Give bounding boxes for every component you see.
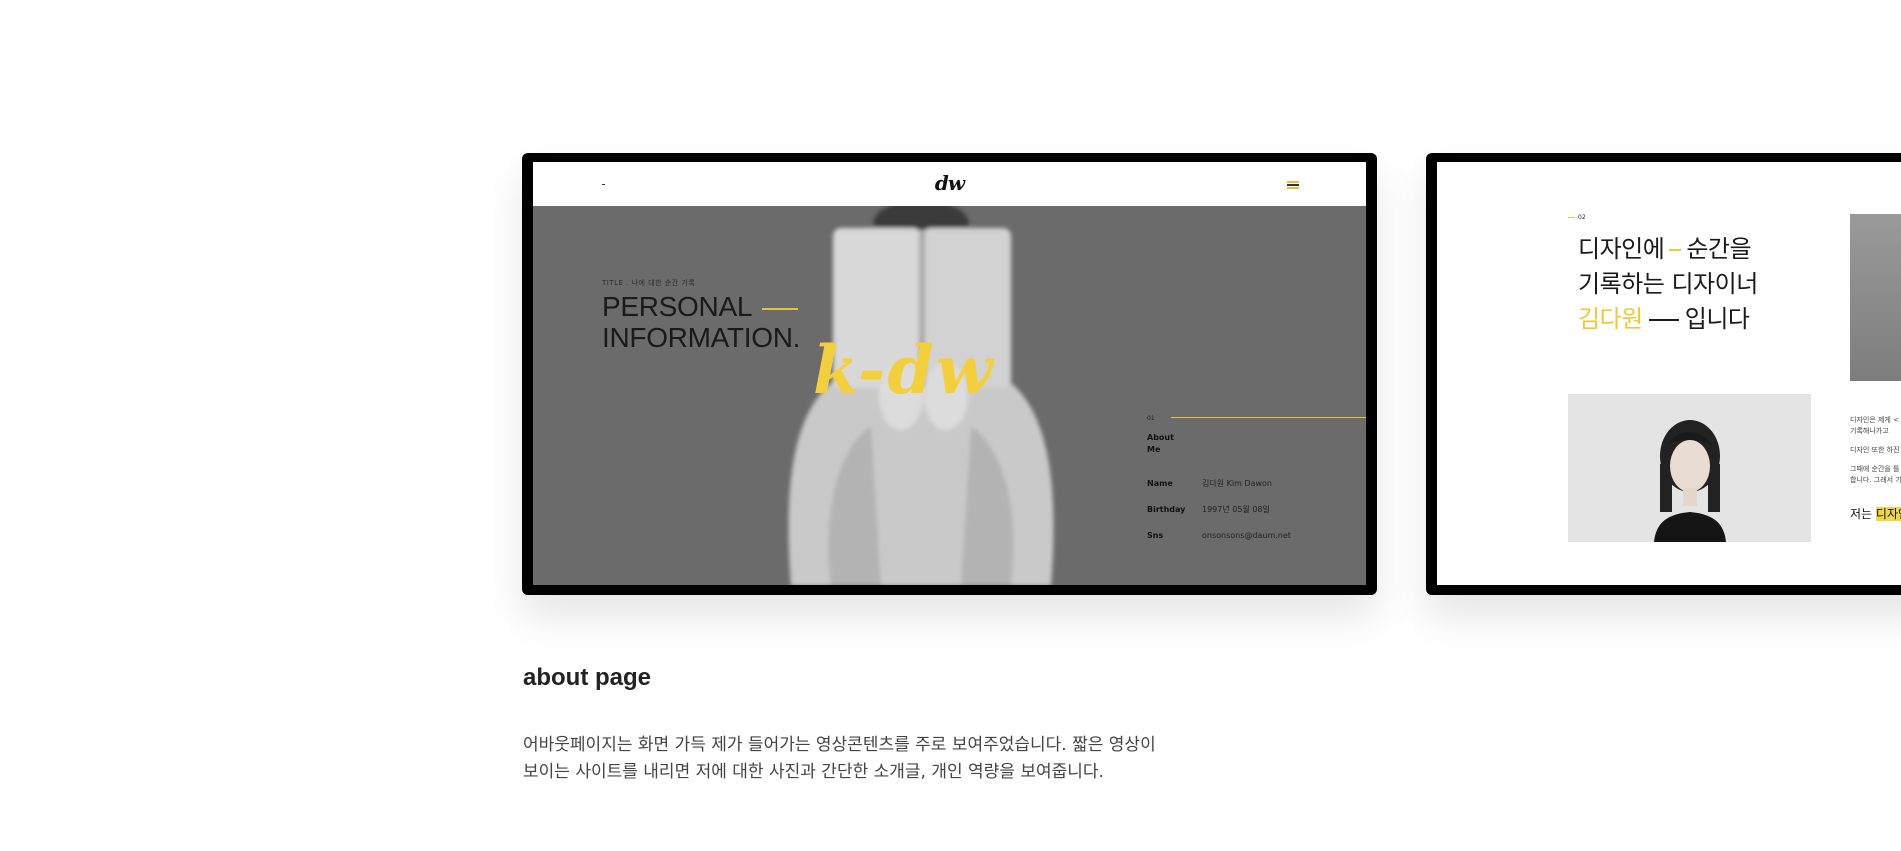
- hero-section: TITLE . 나에 대한 순간 기록 PERSONAL INFORMATION…: [533, 206, 1366, 585]
- intro-body-text: 디자인은 제게 < 기록해나가고 디자인 또한 하진 그때에 순간을 틀 합니다. …: [1850, 416, 1901, 484]
- caption-line-1: 어바웃페이지는 화면 가득 제가 들어가는 영상콘텐츠를 주로 보여주었습니다.…: [523, 735, 1156, 755]
- intro-strong-line: 저는 디자인: [1850, 505, 1901, 522]
- info-key: Sns: [1147, 531, 1164, 540]
- hero-kicker: TITLE . 나에 대한 순간 기록: [602, 279, 696, 287]
- about-page-preview-1: dw TITLE . 나에 대한 순간 기록 PERSONAL INFORMAT…: [522, 153, 1377, 595]
- hamburger-menu-icon[interactable]: [1287, 181, 1299, 189]
- caption-description: 어바웃페이지는 화면 가득 제가 들어가는 영상콘텐츠를 주로 보여주었습니다.…: [523, 732, 1156, 786]
- caption-title: about page: [523, 664, 652, 691]
- title-accent-line: [762, 307, 799, 310]
- screen-personal-information: dw TITLE . 나에 대한 순간 기록 PERSONAL INFORMAT…: [533, 162, 1366, 585]
- hero-title: PERSONAL INFORMATION.: [602, 291, 800, 353]
- info-value: 1997년 05월 08일: [1202, 505, 1270, 514]
- info-value: 김다원 Kim Dawon: [1202, 479, 1272, 488]
- nav-logo[interactable]: dw: [533, 171, 1366, 195]
- gray-image-block: [1850, 214, 1901, 381]
- info-key: Name: [1147, 479, 1173, 488]
- section-divider: [1171, 417, 1366, 418]
- about-me-heading: About Me: [1147, 433, 1174, 454]
- info-row-sns: Sns onsonsons@daum.net: [1147, 531, 1291, 540]
- hero-title-line-1: PERSONAL: [602, 291, 753, 322]
- top-navigation: dw: [533, 162, 1366, 206]
- hero-title-line-2: INFORMATION.: [602, 322, 801, 353]
- section-number: 02: [1568, 214, 1586, 221]
- info-key: Birthday: [1147, 505, 1186, 514]
- info-row-name: Name 김다원 Kim Dawon: [1147, 478, 1272, 489]
- intro-headline: 디자인에 순간을 기록하는 디자이너 김다원 입니다: [1578, 235, 1758, 333]
- about-page-preview-2: 02 디자인에 순간을 기록하는 디자이너 김다원 입니다 디자인은 제게 < 기록해…: [1426, 153, 1901, 595]
- designer-name: 김다원: [1578, 305, 1643, 333]
- hero-logo-text: k-dw: [813, 331, 995, 409]
- info-row-birthday: Birthday 1997년 05월 08일: [1147, 504, 1270, 515]
- screen-designer-intro: 02 디자인에 순간을 기록하는 디자이너 김다원 입니다 디자인은 제게 < 기록해…: [1437, 162, 1901, 585]
- info-value[interactable]: onsonsons@daum.net: [1202, 531, 1291, 540]
- caption-line-2: 보이는 사이트를 내리면 저에 대한 사진과 간단한 소개글, 개인 역량을 보…: [523, 762, 1104, 782]
- section-number: 01: [1147, 415, 1155, 422]
- portrait-photo: [1568, 394, 1811, 542]
